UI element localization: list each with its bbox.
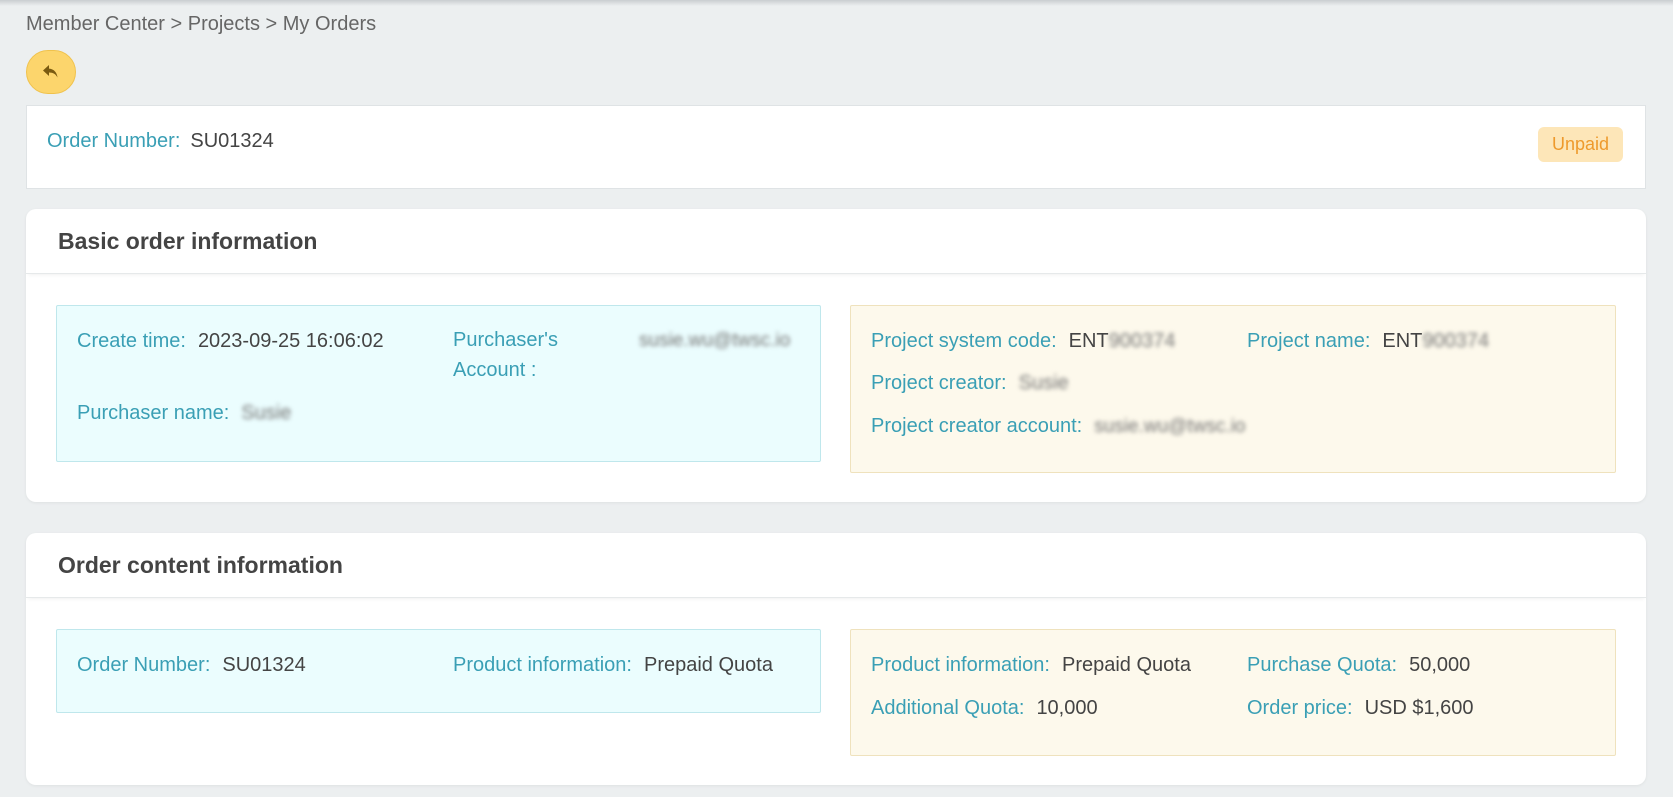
content-product-info-field: Product information: Prepaid Quota [453,654,773,677]
purchaser-account-value: susie.wu@twsc.io [639,330,791,351]
order-content-panel: Order Number: SU01324 Product information… [56,629,821,713]
back-button[interactable] [26,50,76,94]
basic-info-section: Basic order information Create time: 2023… [26,209,1646,502]
content-order-number-label: Order Number: [77,654,211,676]
project-creator-value: Susie [1018,372,1069,394]
content-info-title: Order content information [26,533,1646,598]
project-name-rest: 900374 [1422,330,1490,352]
purchaser-account-label-line1: Purchaser's [453,329,558,351]
quota-product-info-field: Product information: Prepaid Quota [871,654,1191,677]
project-info-panel: Project system code: ENT900374 Project na… [850,305,1616,473]
order-number-label: Order Number: [47,130,181,152]
purchase-quota-value: 50,000 [1409,654,1471,676]
basic-info-title: Basic order information [26,209,1646,274]
additional-quota-label: Additional Quota: [871,697,1025,719]
quota-product-info-label: Product information: [871,654,1050,676]
order-price-value: USD $1,600 [1364,697,1474,719]
quota-info-panel: Product information: Prepaid Quota Purcha… [850,629,1616,756]
order-price-field: Order price: USD $1,600 [1247,697,1474,720]
project-name-prefix: ENT [1382,330,1423,352]
creator-account-label: Project creator account: [871,415,1083,437]
purchaser-account-label: Purchaser's Account : [453,325,558,385]
create-time-field: Create time: 2023-09-25 16:06:02 [77,330,384,353]
system-code-rest: 900374 [1108,330,1176,352]
project-creator-label: Project creator: [871,372,1007,394]
additional-quota-value: 10,000 [1036,697,1098,719]
purchaser-name-label: Purchaser name: [77,402,230,424]
system-code-field: Project system code: ENT900374 [871,330,1175,353]
content-order-number-field: Order Number: SU01324 [77,654,306,677]
purchase-quota-field: Purchase Quota: 50,000 [1247,654,1470,677]
order-price-label: Order price: [1247,697,1353,719]
creator-account-value: susie.wu@twsc.io [1094,416,1246,437]
purchaser-info-panel: Create time: 2023-09-25 16:06:02 Purchase… [56,305,821,462]
content-order-number-value: SU01324 [222,654,306,676]
content-info-section: Order content information Order Number: S… [26,533,1646,785]
order-number-value: SU01324 [190,130,274,152]
create-time-label: Create time: [77,330,186,352]
content-product-info-value: Prepaid Quota [643,654,773,676]
project-name-field: Project name: ENT900374 [1247,330,1489,353]
purchaser-name-value: Susie [241,402,292,424]
creator-account-field: Project creator account: susie.wu@twsc.io [871,415,1246,438]
order-number-row: Order Number: SU01324 [47,130,274,153]
top-shadow [0,0,1673,6]
project-creator-field: Project creator: Susie [871,372,1069,395]
additional-quota-field: Additional Quota: 10,000 [871,697,1098,720]
create-time-value: 2023-09-25 16:06:02 [197,330,384,352]
purchaser-name-field: Purchaser name: Susie [77,402,291,425]
content-product-info-label: Product information: [453,654,632,676]
order-summary-bar: Order Number: SU01324 Unpaid [26,105,1646,189]
system-code-prefix: ENT [1068,330,1109,352]
project-name-label: Project name: [1247,330,1371,352]
purchaser-account-label-line2: Account : [453,359,537,381]
system-code-label: Project system code: [871,330,1057,352]
quota-product-info-value: Prepaid Quota [1061,654,1191,676]
undo-arrow-icon [43,65,58,78]
breadcrumb: Member Center > Projects > My Orders [26,13,377,35]
status-badge: Unpaid [1537,127,1623,162]
purchase-quota-label: Purchase Quota: [1247,654,1398,676]
